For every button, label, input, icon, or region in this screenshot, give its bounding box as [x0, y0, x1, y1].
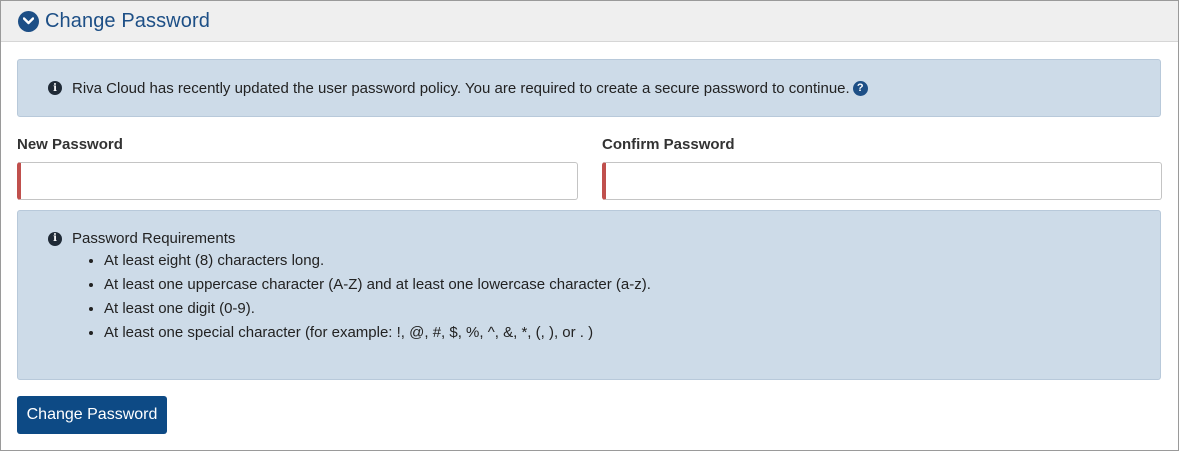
requirements-title: Password Requirements — [72, 230, 236, 247]
requirements-title-row: i Password Requirements — [48, 230, 1160, 247]
new-password-input[interactable] — [17, 162, 578, 200]
requirement-item: At least one special character (for exam… — [104, 321, 1160, 345]
policy-notice: i Riva Cloud has recently updated the us… — [17, 59, 1161, 117]
confirm-password-input[interactable] — [602, 162, 1162, 200]
panel-title: Change Password — [45, 9, 210, 32]
chevron-down-circle-icon[interactable] — [18, 10, 39, 32]
change-password-panel: Change Password i Riva Cloud has recentl… — [0, 0, 1179, 451]
change-password-button[interactable]: Change Password — [17, 396, 167, 434]
new-password-label: New Password — [17, 136, 123, 153]
question-circle-icon[interactable]: ? — [852, 80, 868, 96]
info-icon: i — [48, 231, 62, 246]
info-icon: i — [48, 81, 62, 95]
requirement-item: At least one digit (0-9). — [104, 297, 1160, 321]
confirm-password-label: Confirm Password — [602, 136, 735, 153]
requirement-item: At least one uppercase character (A-Z) a… — [104, 273, 1160, 297]
policy-notice-text: Riva Cloud has recently updated the user… — [72, 79, 850, 97]
requirements-list: At least eight (8) characters long. At l… — [48, 249, 1160, 345]
password-requirements: i Password Requirements At least eight (… — [17, 210, 1161, 380]
panel-header[interactable]: Change Password — [1, 1, 1178, 42]
requirement-item: At least eight (8) characters long. — [104, 249, 1160, 273]
